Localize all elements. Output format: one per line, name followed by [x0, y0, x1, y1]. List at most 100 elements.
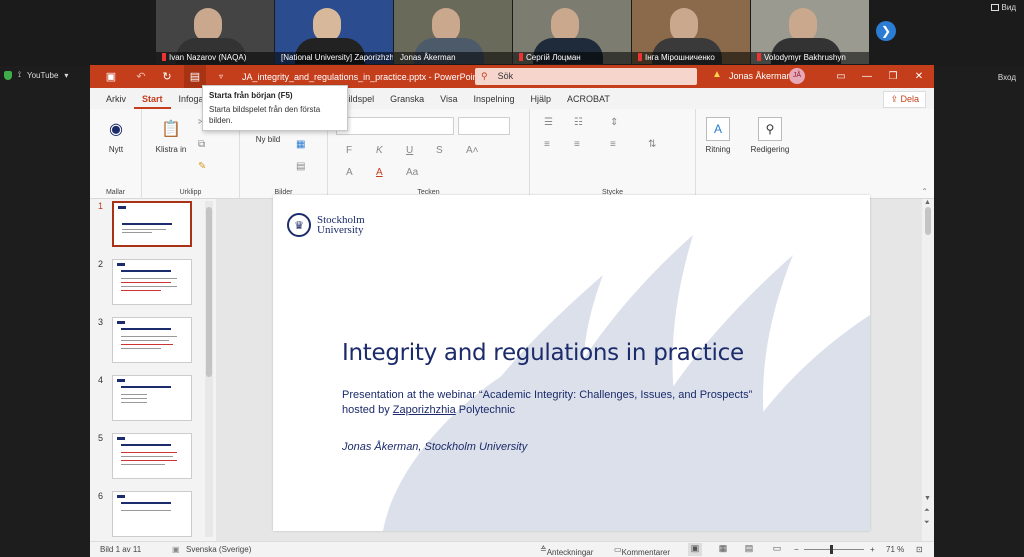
- tab-start[interactable]: Start: [134, 94, 171, 109]
- section-icon[interactable]: ▤: [296, 161, 305, 172]
- shapes-icon: A: [706, 117, 730, 141]
- search-input[interactable]: ⚲ Sök: [475, 68, 697, 85]
- tab-inspelning[interactable]: Inspelning: [465, 94, 522, 109]
- participant-tile[interactable]: Сергій Лоцман: [513, 0, 631, 64]
- accessibility-icon[interactable]: ▣: [172, 545, 180, 554]
- zoom-slider[interactable]: [804, 545, 864, 554]
- slide-subtitle[interactable]: Presentation at the webinar “Academic In…: [342, 389, 752, 401]
- editor-scrollbar[interactable]: ▲ ▼ ⏶ ⏷: [922, 199, 934, 541]
- previous-slide-icon[interactable]: ⏶: [924, 507, 930, 515]
- zoom-out-icon[interactable]: −: [794, 545, 799, 554]
- participant-tile[interactable]: Ivan Nazarov (NAQA): [156, 0, 274, 64]
- slide-sorter-icon[interactable]: ▦: [716, 543, 730, 556]
- tab-visa[interactable]: Visa: [432, 94, 465, 109]
- zoom-level[interactable]: 71 %: [886, 545, 904, 554]
- thumbnail-item[interactable]: 4: [90, 375, 210, 427]
- participant-tile[interactable]: Volodymyr Bakhrushyn: [751, 0, 869, 64]
- text-direction-icon[interactable]: ⇅: [648, 139, 656, 150]
- comments-button[interactable]: ▭ Kommentarer: [614, 545, 670, 557]
- thumbnail-scrollbar[interactable]: [205, 201, 213, 537]
- avatar[interactable]: JÅ: [789, 68, 805, 84]
- close-icon[interactable]: ✕: [908, 65, 930, 88]
- align-left-icon[interactable]: ≡: [544, 139, 550, 150]
- collapse-ribbon-icon[interactable]: ⌃: [921, 187, 928, 196]
- powerpoint-window: ▣ ↶ ↻ ▤ ▿ JA_integrity_and_regulations_i…: [90, 65, 934, 557]
- fit-to-window-icon[interactable]: ⊡: [916, 545, 923, 554]
- browser-bookmarks: ⟟ YouTube ▾: [4, 70, 68, 80]
- minimize-icon[interactable]: —: [856, 65, 878, 88]
- participant-video: [551, 8, 579, 42]
- font-color-icon[interactable]: A: [376, 167, 383, 178]
- drawing-button[interactable]: A Ritning: [700, 117, 736, 154]
- participant-tile[interactable]: [National University] Zaporizhzhia: [275, 0, 393, 64]
- numbering-icon[interactable]: ☷: [574, 117, 583, 128]
- thumbnail-item[interactable]: 6: [90, 491, 210, 541]
- save-icon[interactable]: ▣: [100, 65, 122, 88]
- slide-thumbnail[interactable]: [112, 259, 192, 305]
- scroll-down-icon[interactable]: ▼: [924, 495, 931, 502]
- slide-thumbnails-pane: 1 2 3 4 5 6: [90, 199, 216, 541]
- align-right-icon[interactable]: ≡: [610, 139, 616, 150]
- slide-thumbnail[interactable]: [112, 433, 192, 479]
- language-label[interactable]: Svenska (Sverige): [186, 545, 251, 554]
- user-name[interactable]: Jonas Åkerman: [729, 71, 792, 81]
- zoom-in-icon[interactable]: +: [870, 545, 875, 554]
- thumbnail-item[interactable]: 1: [90, 201, 210, 253]
- restore-icon[interactable]: ❐: [882, 65, 904, 88]
- change-case-icon[interactable]: Aa: [406, 167, 418, 178]
- line-spacing-icon[interactable]: ⇕: [610, 117, 618, 128]
- font-family-select[interactable]: [336, 117, 454, 135]
- text-effects-icon[interactable]: A: [346, 167, 353, 178]
- slide-thumbnail[interactable]: [112, 317, 192, 363]
- slide-author[interactable]: Jonas Åkerman, Stockholm University: [342, 441, 527, 453]
- normal-view-icon[interactable]: ▣: [688, 543, 702, 556]
- italic-icon[interactable]: K: [376, 145, 383, 156]
- participant-tile[interactable]: Інга Мірошниченко: [632, 0, 750, 64]
- redo-icon[interactable]: ↻: [156, 65, 178, 88]
- thumbnail-item[interactable]: 5: [90, 433, 210, 485]
- layout-icon[interactable]: ▦: [296, 139, 305, 150]
- next-participants-button[interactable]: ❯: [876, 21, 896, 41]
- bullets-icon[interactable]: ☰: [544, 117, 553, 128]
- slide-title[interactable]: Integrity and regulations in practice: [342, 340, 744, 366]
- participant-strip: Ivan Nazarov (NAQA) [National University…: [0, 0, 1024, 66]
- view-button[interactable]: Вид: [990, 3, 1016, 12]
- font-size-select[interactable]: [458, 117, 510, 135]
- align-center-icon[interactable]: ≡: [574, 139, 580, 150]
- current-slide[interactable]: ♛ Stockholm University Integrity and regu…: [273, 195, 870, 531]
- notes-button[interactable]: ≙ Anteckningar: [540, 545, 593, 557]
- share-button[interactable]: ⇪ Dela: [883, 91, 926, 108]
- editing-button[interactable]: ⚲ Redigering: [746, 117, 794, 154]
- bold-icon[interactable]: F: [346, 145, 352, 156]
- tab-hjalp[interactable]: Hjälp: [523, 94, 560, 109]
- strikethrough-icon[interactable]: S: [436, 145, 443, 156]
- tab-acrobat[interactable]: ACROBAT: [559, 94, 618, 109]
- copy-icon[interactable]: ⧉: [198, 139, 205, 150]
- slide-thumbnail[interactable]: [112, 491, 192, 537]
- warning-icon[interactable]: ▲: [712, 69, 722, 80]
- slideshow-view-icon[interactable]: ▭: [770, 543, 784, 556]
- new-template-button[interactable]: ◉ Nytt: [100, 117, 132, 154]
- underline-icon[interactable]: U: [406, 145, 413, 156]
- youtube-tab[interactable]: YouTube: [27, 71, 58, 80]
- tooltip-description: Starta bildspelet från den första bilden…: [209, 105, 321, 125]
- participant-tile[interactable]: Jonas Åkerman: [394, 0, 512, 64]
- thumbnail-item[interactable]: 2: [90, 259, 210, 311]
- tab-granska[interactable]: Granska: [382, 94, 432, 109]
- login-label[interactable]: Вход: [998, 73, 1016, 82]
- paste-button[interactable]: 📋 Klistra in: [154, 117, 188, 154]
- slide-thumbnail[interactable]: [112, 375, 192, 421]
- thumbnail-item[interactable]: 3: [90, 317, 210, 369]
- scroll-up-icon[interactable]: ▲: [924, 199, 931, 206]
- format-painter-icon[interactable]: ✎: [198, 161, 206, 172]
- new-slide-button[interactable]: Ny bild: [248, 135, 288, 144]
- grow-font-icon[interactable]: A˄: [466, 145, 479, 156]
- next-slide-icon[interactable]: ⏷: [924, 519, 930, 527]
- slide-thumbnail[interactable]: [112, 201, 192, 247]
- tab-arkiv[interactable]: Arkiv: [98, 94, 134, 109]
- reading-view-icon[interactable]: ▤: [742, 543, 756, 556]
- slide-subtitle-host[interactable]: hosted by Zaporizhzhia Polytechnic: [342, 404, 515, 416]
- participant-video: [194, 8, 222, 42]
- undo-icon[interactable]: ↶: [130, 65, 152, 88]
- ribbon-display-icon[interactable]: ▭: [830, 65, 852, 88]
